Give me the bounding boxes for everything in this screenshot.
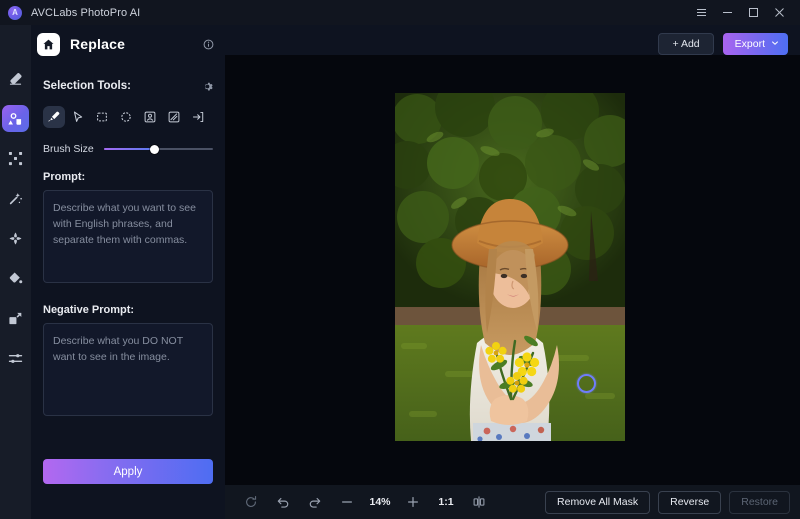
prompt-input[interactable] xyxy=(43,190,213,283)
image-canvas[interactable] xyxy=(225,55,800,485)
app-title: AVCLabs PhotoPro AI xyxy=(31,6,141,19)
panel-header: Replace xyxy=(31,25,225,63)
tool-rail xyxy=(0,25,31,519)
photo-preview[interactable] xyxy=(395,93,625,441)
minimize-icon[interactable] xyxy=(714,0,740,25)
export-button[interactable]: Export xyxy=(722,33,788,55)
close-icon[interactable] xyxy=(766,0,792,25)
tool-brush[interactable] xyxy=(43,106,65,128)
export-label: Export xyxy=(734,38,765,50)
tool-background[interactable] xyxy=(163,106,185,128)
zoom-level: 14% xyxy=(369,496,391,508)
zoom-in-icon[interactable] xyxy=(397,489,429,515)
window-controls xyxy=(688,0,792,25)
tool-import-mask[interactable] xyxy=(187,106,209,128)
tool-lasso[interactable] xyxy=(67,106,89,128)
mask-actions: Remove All Mask Reverse Restore xyxy=(545,490,790,514)
prompt-label: Prompt: xyxy=(43,171,86,183)
brush-size-row: Brush Size xyxy=(43,143,213,155)
negative-prompt-input[interactable] xyxy=(43,323,213,416)
selection-tools-label: Selection Tools: xyxy=(43,80,131,92)
hamburger-menu-icon[interactable] xyxy=(688,0,714,25)
add-button[interactable]: + Add xyxy=(658,33,714,55)
selection-tools-row: Selection Tools: xyxy=(43,74,213,98)
rail-item-eraser[interactable] xyxy=(2,65,29,92)
rail-item-color-fill[interactable] xyxy=(2,265,29,292)
tool-ellipse[interactable] xyxy=(115,106,137,128)
home-button[interactable] xyxy=(37,32,60,56)
brush-cursor-circle xyxy=(577,374,596,393)
replace-panel: Selection Tools: Brush Size Prompt: Desc… xyxy=(31,63,225,519)
rail-item-resize[interactable] xyxy=(2,305,29,332)
rail-item-enhance[interactable] xyxy=(2,225,29,252)
tool-subject[interactable] xyxy=(139,106,161,128)
compare-split-icon[interactable] xyxy=(463,489,495,515)
tool-rectangle[interactable] xyxy=(91,106,113,128)
reset-icon[interactable] xyxy=(235,489,267,515)
rail-item-magic-wand[interactable] xyxy=(2,185,29,212)
brush-size-slider[interactable] xyxy=(103,143,213,155)
rail-item-adjust[interactable] xyxy=(2,345,29,372)
redo-icon[interactable] xyxy=(299,489,331,515)
title-bar: A AVCLabs PhotoPro AI xyxy=(0,0,800,25)
info-icon[interactable] xyxy=(203,39,214,50)
gear-icon[interactable] xyxy=(202,81,213,92)
chevron-down-icon xyxy=(771,38,779,50)
page-title: Replace xyxy=(70,36,126,52)
app-logo-icon: A xyxy=(8,5,22,20)
maximize-icon[interactable] xyxy=(740,0,766,25)
remove-all-mask-button[interactable]: Remove All Mask xyxy=(545,490,651,514)
restore-button: Restore xyxy=(729,490,790,514)
selection-tool-group xyxy=(43,106,213,128)
reverse-button[interactable]: Reverse xyxy=(658,490,722,514)
rail-item-replace[interactable] xyxy=(2,105,29,132)
app-window: A AVCLabs PhotoPro AI Replace Selection … xyxy=(0,0,800,519)
slider-knob[interactable] xyxy=(149,144,159,154)
slider-fill xyxy=(103,148,155,150)
negative-prompt-label: Negative Prompt: xyxy=(43,304,135,316)
rail-item-expand[interactable] xyxy=(2,145,29,172)
zoom-out-icon[interactable] xyxy=(331,489,363,515)
canvas-bottom-bar: 14% 1:1 Remove All Mask Reverse Restore xyxy=(225,485,800,519)
undo-icon[interactable] xyxy=(267,489,299,515)
view-controls: 14% 1:1 xyxy=(235,489,495,515)
apply-button[interactable]: Apply xyxy=(43,459,213,484)
brush-size-label: Brush Size xyxy=(43,143,94,155)
fit-ratio-button[interactable]: 1:1 xyxy=(429,489,463,515)
